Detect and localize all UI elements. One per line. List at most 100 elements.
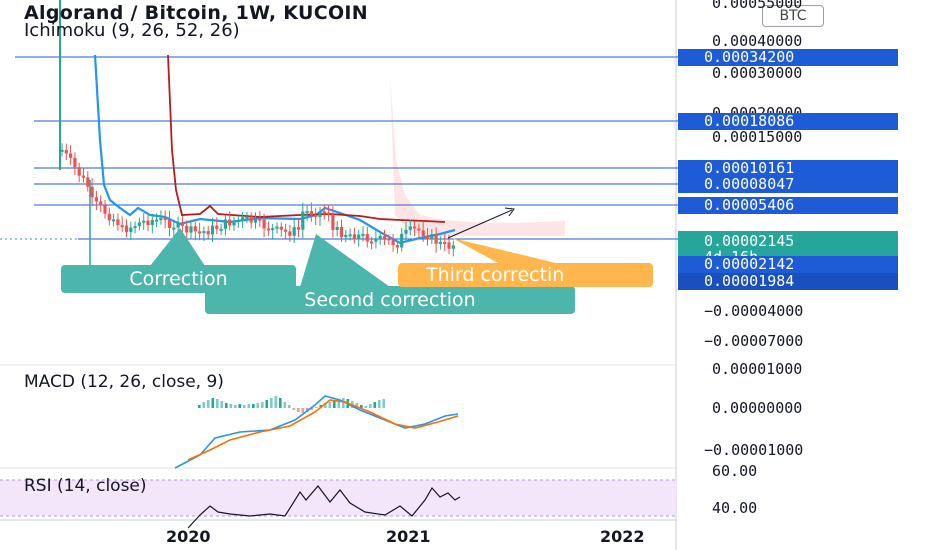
macd-histogram-bar bbox=[265, 400, 269, 408]
candle-body bbox=[90, 186, 94, 198]
candle-body bbox=[387, 238, 391, 241]
signal-line bbox=[187, 399, 459, 461]
macd-histogram-bar bbox=[243, 405, 246, 408]
macd-histogram-bar bbox=[373, 402, 377, 408]
level-tag: 0.00008047 bbox=[678, 176, 898, 193]
candle-body bbox=[103, 205, 107, 214]
candle-body bbox=[374, 238, 378, 242]
macd-histogram-bar bbox=[211, 398, 215, 408]
candle-body bbox=[357, 234, 361, 240]
candle-body bbox=[365, 233, 369, 242]
candle-body bbox=[150, 219, 154, 226]
macd-histogram-bar bbox=[216, 399, 219, 408]
candle-body bbox=[116, 219, 120, 226]
candle-body bbox=[112, 219, 116, 222]
candle-body bbox=[275, 226, 279, 229]
candle-body bbox=[417, 228, 421, 231]
candle-body bbox=[94, 197, 98, 202]
candle-body bbox=[288, 231, 292, 236]
macd-histogram-bar bbox=[198, 405, 201, 408]
candle-body bbox=[344, 234, 348, 238]
candle-body bbox=[318, 211, 322, 217]
candle-body bbox=[129, 227, 133, 233]
candle-body bbox=[236, 220, 240, 223]
macd-histogram-bar bbox=[202, 402, 206, 408]
macd-axis-label: 0.00001000 bbox=[712, 360, 803, 378]
candle-body bbox=[202, 231, 206, 234]
macd-histogram-bar bbox=[382, 399, 386, 408]
candle-body bbox=[382, 235, 387, 239]
candle-body bbox=[219, 228, 223, 231]
macd-histogram-bar bbox=[207, 400, 210, 408]
macd-histogram-bar bbox=[369, 404, 372, 408]
candle-body bbox=[253, 218, 258, 223]
candle-body bbox=[447, 242, 451, 249]
candle-body bbox=[271, 228, 275, 231]
time-axis-label: 2020 bbox=[166, 527, 211, 546]
time-axis-label: 2022 bbox=[600, 527, 645, 546]
candle-body bbox=[86, 177, 90, 187]
candle-body bbox=[69, 153, 73, 158]
callout-second-correction[interactable]: Second correction bbox=[205, 286, 575, 314]
macd-histogram-bar bbox=[270, 398, 273, 408]
candle-body bbox=[163, 218, 167, 221]
price-axis-label: 0.00055000 bbox=[712, 0, 803, 12]
price-axis-label: −0.00007000 bbox=[704, 332, 804, 350]
macd-axis-label: −0.00001000 bbox=[704, 441, 804, 459]
candle-body bbox=[314, 214, 318, 217]
candle-body bbox=[198, 231, 202, 234]
candle-body bbox=[296, 227, 301, 230]
candle-body bbox=[249, 216, 253, 223]
macd-histogram-bar bbox=[364, 406, 368, 408]
macd-histogram-bar bbox=[261, 402, 264, 408]
candle-body bbox=[404, 229, 408, 234]
macd-axis-label: 0.00000000 bbox=[712, 399, 803, 417]
candle-body bbox=[206, 231, 210, 235]
candle-body bbox=[107, 213, 111, 221]
level-tag: 0.00018086 bbox=[678, 113, 898, 130]
price-axis-label: 0.00015000 bbox=[712, 128, 803, 146]
callout-pointer bbox=[150, 228, 205, 266]
candle-body bbox=[146, 220, 150, 226]
candle-body bbox=[309, 211, 313, 215]
level-tag: 0.00034200 bbox=[678, 49, 898, 66]
candle-body bbox=[430, 234, 434, 240]
candle-body bbox=[133, 226, 137, 229]
candle-body bbox=[279, 226, 283, 230]
macd-histogram-bar bbox=[342, 398, 345, 408]
ichimoku-cloud bbox=[390, 75, 565, 236]
candle-body bbox=[180, 222, 184, 226]
candle-body bbox=[292, 227, 296, 236]
macd-histogram-bar bbox=[315, 407, 318, 408]
macd-histogram-bar bbox=[225, 403, 228, 408]
chart-stage: Algorand / Bitcoin, 1W, KUCOIN Ichimoku … bbox=[0, 0, 932, 550]
candle-body bbox=[193, 226, 197, 232]
candle-body bbox=[266, 228, 270, 231]
callout-third-correction[interactable]: Third correctin bbox=[398, 263, 653, 287]
candle-body bbox=[438, 242, 442, 245]
candle-body bbox=[60, 149, 64, 152]
macd-histogram-bar bbox=[292, 408, 296, 410]
candle-body bbox=[124, 225, 129, 233]
candle-body bbox=[391, 240, 395, 246]
candle-body bbox=[434, 234, 438, 244]
candle-body bbox=[176, 222, 180, 228]
candle-body bbox=[284, 229, 288, 232]
candle-body bbox=[305, 211, 309, 214]
candle-body bbox=[322, 211, 326, 214]
macd-histogram-bar bbox=[274, 396, 278, 408]
candle-body bbox=[425, 236, 430, 240]
candle-body bbox=[327, 212, 331, 215]
price-axis-label: −0.00004000 bbox=[704, 302, 804, 320]
level-tag: 0.00001984 bbox=[678, 273, 898, 290]
rsi-axis-label: 60.00 bbox=[712, 462, 758, 480]
macd-histogram-bar bbox=[297, 408, 300, 412]
candle-body bbox=[335, 226, 339, 231]
macd-histogram-bar bbox=[247, 404, 251, 408]
macd-histogram-bar bbox=[288, 405, 291, 408]
macd-histogram-bar bbox=[238, 404, 242, 408]
candle-body bbox=[348, 234, 352, 237]
candle-body bbox=[73, 157, 77, 168]
candle-body bbox=[443, 242, 447, 245]
candle-body bbox=[228, 219, 232, 226]
